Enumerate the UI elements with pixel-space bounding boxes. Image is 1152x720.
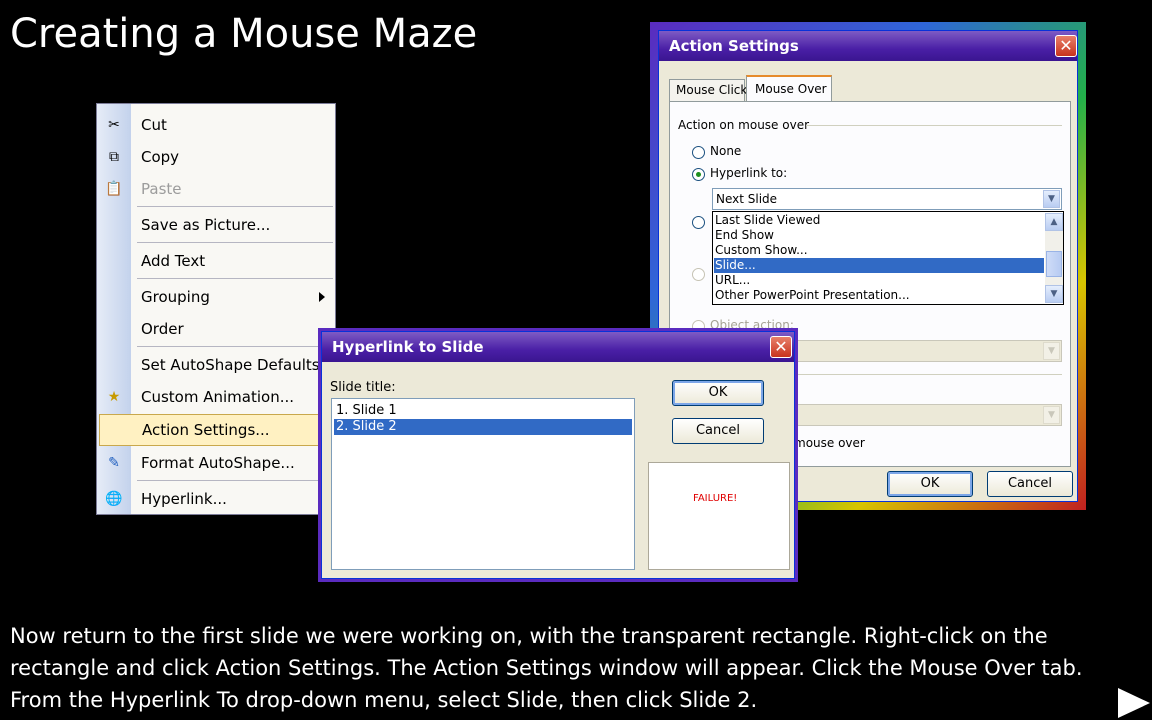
group-divider bbox=[806, 125, 1062, 126]
ok-button[interactable]: OK bbox=[887, 471, 973, 497]
menu-item-label: Hyperlink... bbox=[141, 490, 227, 508]
chevron-down-icon: ▼ bbox=[1043, 342, 1060, 360]
cancel-button[interactable]: Cancel bbox=[672, 418, 764, 444]
menu-item-save-as-picture[interactable]: Save as Picture... bbox=[97, 210, 335, 240]
dropdown-scrollbar[interactable]: ▲ ▼ bbox=[1045, 213, 1063, 303]
menu-item-label: Grouping bbox=[141, 288, 210, 306]
menu-item-label: Order bbox=[141, 320, 184, 338]
action-settings-titlebar: Action Settings ✕ bbox=[659, 31, 1077, 61]
none-radio[interactable] bbox=[692, 146, 705, 159]
slide-list-label: 2. Slide 2 bbox=[336, 419, 397, 434]
scrollbar-thumb[interactable] bbox=[1046, 251, 1062, 277]
preview-text: FAILURE! bbox=[693, 493, 738, 504]
hyperlink-radio[interactable] bbox=[692, 168, 705, 181]
dropdown-option[interactable]: End Show bbox=[714, 228, 1044, 243]
menu-item-custom-animation[interactable]: ★ Custom Animation... bbox=[97, 382, 335, 412]
hyperlink-label: Hyperlink to: bbox=[710, 166, 788, 180]
hyperlink-to-slide-dialog: Hyperlink to Slide ✕ Slide title: 1. Sli… bbox=[321, 331, 795, 579]
menu-item-grouping[interactable]: Grouping bbox=[97, 282, 335, 312]
format-icon: ✎ bbox=[108, 455, 120, 471]
context-menu: ✂ Cut ⧉ Copy 📋 Paste Save as Picture... … bbox=[96, 103, 336, 515]
option-label: Other PowerPoint Presentation... bbox=[715, 288, 910, 302]
menu-item-label: Set AutoShape Defaults bbox=[141, 356, 320, 374]
menu-item-label: Save as Picture... bbox=[141, 216, 271, 234]
next-slide-arrow-icon[interactable] bbox=[1118, 688, 1150, 718]
none-label: None bbox=[710, 144, 742, 158]
dropdown-option[interactable]: Last Slide Viewed bbox=[714, 213, 1044, 228]
group-label: Action on mouse over bbox=[678, 118, 810, 132]
hyperlink-to-slide-frame: Hyperlink to Slide ✕ Slide title: 1. Sli… bbox=[318, 328, 798, 582]
menu-item-hyperlink[interactable]: 🌐 Hyperlink... bbox=[97, 484, 335, 514]
menu-item-action-settings[interactable]: Action Settings... bbox=[99, 414, 335, 446]
tab-label: Mouse Click bbox=[676, 83, 748, 97]
menu-item-label: Copy bbox=[141, 148, 180, 166]
slide-list: 1. Slide 1 2. Slide 2 bbox=[331, 398, 635, 570]
hyperlink-icon: 🌐 bbox=[105, 491, 123, 507]
slide-preview: FAILURE! bbox=[648, 462, 790, 570]
hyperlink-combo[interactable]: Next Slide ▼ bbox=[712, 188, 1062, 210]
menu-item-copy[interactable]: ⧉ Copy bbox=[97, 142, 335, 172]
menu-item-order[interactable]: Order bbox=[97, 314, 335, 344]
menu-item-add-text[interactable]: Add Text bbox=[97, 246, 335, 276]
run-macro-radio bbox=[692, 268, 705, 281]
option-label: Slide... bbox=[715, 258, 756, 272]
tab-label: Mouse Over bbox=[755, 82, 827, 96]
cancel-button[interactable]: Cancel bbox=[987, 471, 1073, 497]
menu-separator bbox=[137, 346, 333, 347]
hyperlink-to-slide-titlebar: Hyperlink to Slide ✕ bbox=[322, 332, 794, 362]
menu-item-label: Cut bbox=[141, 116, 167, 134]
slide-list-item[interactable]: 1. Slide 1 bbox=[334, 403, 632, 419]
menu-item-format-autoshape[interactable]: ✎ Format AutoShape... bbox=[97, 448, 335, 478]
dialog-title: Hyperlink to Slide bbox=[332, 338, 484, 356]
hyperlink-dropdown-list: Last Slide Viewed End Show Custom Show..… bbox=[712, 211, 1064, 305]
menu-item-label: Paste bbox=[141, 180, 182, 198]
slide-title: Creating a Mouse Maze bbox=[10, 11, 478, 57]
menu-item-label: Format AutoShape... bbox=[141, 454, 295, 472]
scroll-up-icon[interactable]: ▲ bbox=[1045, 213, 1063, 231]
option-label: Last Slide Viewed bbox=[715, 213, 821, 227]
tab-mouse-click[interactable]: Mouse Click bbox=[669, 79, 748, 101]
menu-separator bbox=[137, 206, 333, 207]
tab-mouse-over[interactable]: Mouse Over bbox=[746, 75, 832, 102]
copy-icon: ⧉ bbox=[109, 149, 119, 165]
menu-item-label: Add Text bbox=[141, 252, 206, 270]
hyperlink-value: Next Slide bbox=[716, 192, 778, 206]
chevron-down-icon: ▼ bbox=[1043, 406, 1060, 424]
menu-item-cut[interactable]: ✂ Cut bbox=[97, 110, 335, 140]
menu-item-label: Custom Animation... bbox=[141, 388, 295, 406]
slide-title-label: Slide title: bbox=[330, 380, 396, 395]
slide-list-label: 1. Slide 1 bbox=[336, 403, 397, 418]
ok-button[interactable]: OK bbox=[672, 380, 764, 406]
slide-list-item-selected[interactable]: 2. Slide 2 bbox=[334, 419, 632, 435]
dialog-title: Action Settings bbox=[669, 37, 799, 55]
dropdown-option[interactable]: URL... bbox=[714, 273, 1044, 288]
menu-separator bbox=[137, 480, 333, 481]
dropdown-option-selected[interactable]: Slide... bbox=[714, 258, 1044, 273]
menu-item-paste: 📋 Paste bbox=[97, 174, 335, 204]
menu-separator bbox=[137, 278, 333, 279]
dropdown-option[interactable]: Other PowerPoint Presentation... bbox=[714, 288, 1044, 303]
option-label: Custom Show... bbox=[715, 243, 808, 257]
option-label: URL... bbox=[715, 273, 751, 287]
scroll-down-icon[interactable]: ▼ bbox=[1045, 285, 1063, 303]
animation-icon: ★ bbox=[107, 389, 121, 405]
slide-caption: Now return to the first slide we were wo… bbox=[10, 624, 1083, 712]
dropdown-option[interactable]: Custom Show... bbox=[714, 243, 1044, 258]
close-icon[interactable]: ✕ bbox=[770, 336, 792, 358]
scissors-icon: ✂ bbox=[108, 117, 120, 133]
menu-separator bbox=[137, 242, 333, 243]
chevron-down-icon[interactable]: ▼ bbox=[1043, 190, 1060, 208]
run-program-radio[interactable] bbox=[692, 216, 705, 229]
menu-item-set-autoshape-defaults[interactable]: Set AutoShape Defaults bbox=[97, 350, 335, 380]
close-icon[interactable]: ✕ bbox=[1055, 35, 1077, 57]
menu-item-label: Action Settings... bbox=[142, 421, 270, 439]
submenu-arrow-icon bbox=[319, 292, 325, 302]
option-label: End Show bbox=[715, 228, 774, 242]
paste-icon: 📋 bbox=[105, 181, 123, 197]
highlight-label: mouse over bbox=[794, 436, 865, 450]
